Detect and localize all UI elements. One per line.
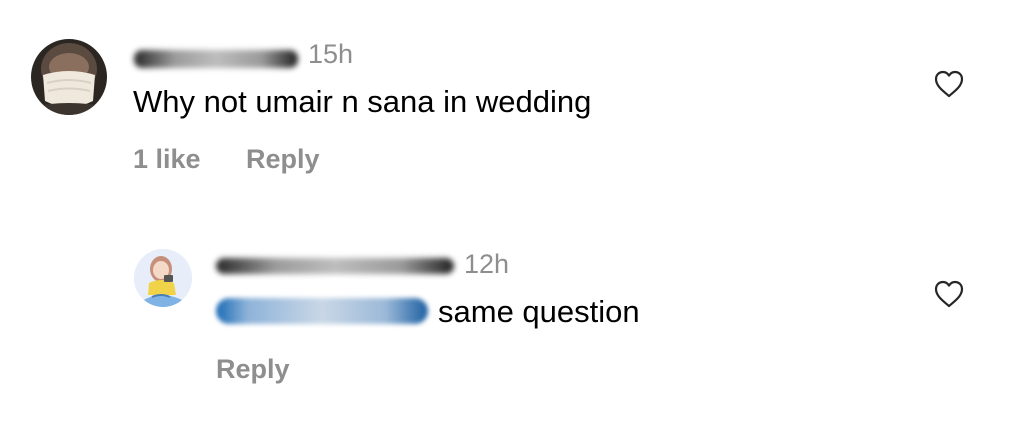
avatar[interactable] [134, 249, 192, 307]
reply-comment: 12h same question Reply [0, 210, 1024, 445]
comment-timestamp: 15h [308, 39, 354, 69]
masked-person-photo-icon [31, 39, 107, 115]
reply-button[interactable]: Reply [216, 354, 290, 385]
heart-outline-icon[interactable] [934, 280, 964, 308]
comment-text: Why not umair n sana in wedding [133, 84, 591, 120]
redacted-username-blur [134, 50, 298, 68]
comment-text: same question [216, 294, 640, 330]
redacted-username-blur [216, 258, 454, 274]
illustrated-girl-avatar-icon [134, 249, 192, 307]
username-redacted[interactable] [134, 44, 298, 74]
comment: 15h Why not umair n sana in wedding 1 li… [0, 0, 1024, 210]
comment-body: Why not umair n sana in wedding [133, 84, 592, 119]
avatar[interactable] [31, 39, 107, 115]
likes-count[interactable]: 1 like [133, 144, 201, 175]
heart-outline-icon[interactable] [934, 70, 964, 98]
comment-timestamp: 12h [464, 249, 510, 279]
comment-body: same question [438, 294, 640, 329]
mention-redacted[interactable] [216, 297, 428, 324]
reply-button[interactable]: Reply [246, 144, 320, 175]
username-redacted[interactable] [216, 250, 454, 280]
